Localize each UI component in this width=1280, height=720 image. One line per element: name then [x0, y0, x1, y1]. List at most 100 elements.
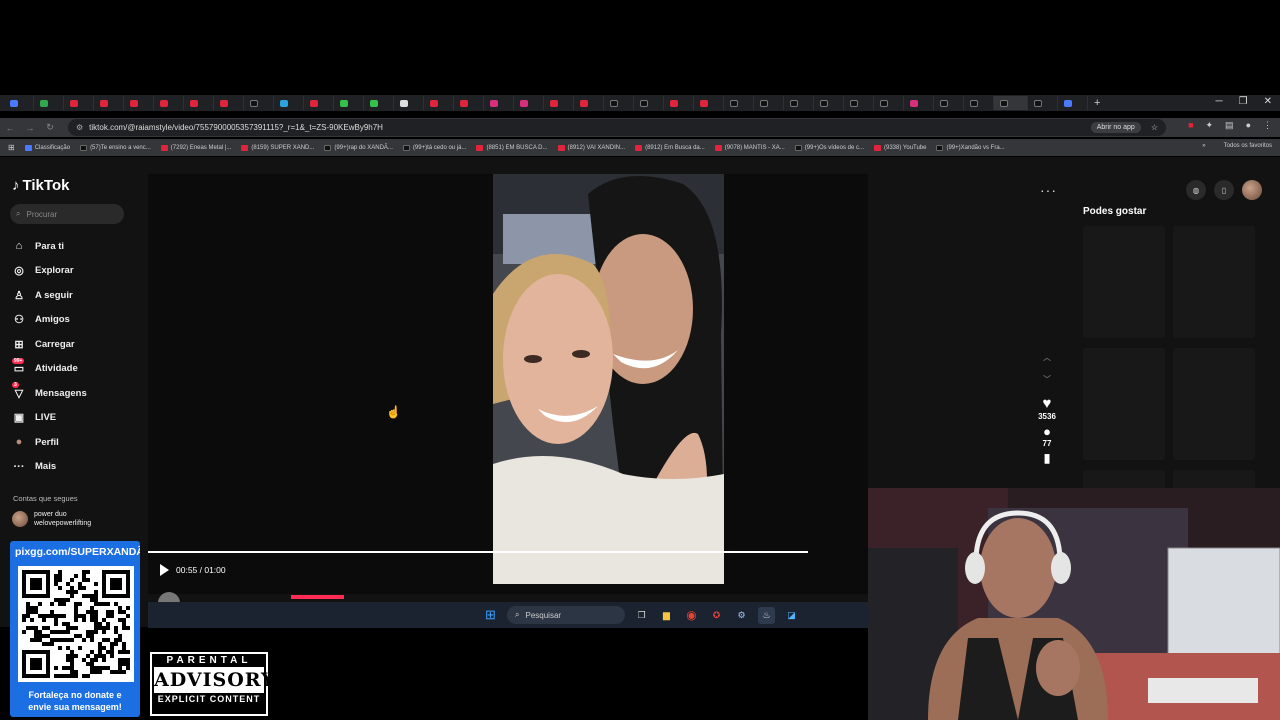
- open-app-button[interactable]: Abrir no app: [1090, 122, 1141, 133]
- following-item[interactable]: power duo welovepowerlifting: [12, 510, 91, 528]
- all-bookmarks-folder[interactable]: Todos os favoritos: [1224, 143, 1272, 149]
- play-icon[interactable]: [160, 564, 169, 576]
- browser-tab[interactable]: [724, 96, 754, 110]
- suggested-thumbnail[interactable]: [1173, 226, 1255, 338]
- browser-tab[interactable]: [424, 96, 454, 110]
- nav-item-a-seguir[interactable]: ♙ A seguir: [12, 283, 132, 308]
- browser-tab[interactable]: [904, 96, 934, 110]
- extension-icon[interactable]: ■: [1188, 120, 1193, 131]
- bookmark-button[interactable]: ▮: [1030, 451, 1064, 465]
- nav-item-amigos[interactable]: ⚇ Amigos: [12, 308, 132, 333]
- device-icon[interactable]: ▯: [1214, 180, 1234, 200]
- maximize-icon[interactable]: ❐: [1239, 96, 1248, 107]
- bookmark-item[interactable]: (99+)Os vídeos de c...: [794, 144, 864, 151]
- browser-tab[interactable]: [874, 96, 904, 110]
- browser-menu-icon[interactable]: ⋮: [1263, 120, 1272, 131]
- browser-tab[interactable]: [94, 96, 124, 110]
- browser-tab[interactable]: [454, 96, 484, 110]
- bookmark-item[interactable]: (8912) VAI XANDIN...: [557, 144, 625, 151]
- steam-icon[interactable]: ♨: [758, 606, 775, 624]
- nav-item-mais[interactable]: ··· Mais: [12, 455, 132, 480]
- browser-tab[interactable]: [64, 96, 94, 110]
- chevron-down-icon[interactable]: ﹀: [1030, 369, 1064, 391]
- browser-tab[interactable]: [484, 96, 514, 110]
- nav-item-perfil[interactable]: ● Perfil: [12, 430, 132, 455]
- reload-icon[interactable]: ↻: [40, 122, 60, 133]
- taskbar-search-input[interactable]: ⌕ Pesquisar: [507, 606, 625, 624]
- tiktok-logo[interactable]: ♪ TikTok: [12, 177, 69, 194]
- suggested-thumbnail[interactable]: [1083, 226, 1165, 338]
- browser-tab[interactable]: [634, 96, 664, 110]
- browser-tab[interactable]: [964, 96, 994, 110]
- browser-tab[interactable]: [394, 96, 424, 110]
- forward-icon[interactable]: →: [20, 123, 40, 133]
- suggested-thumbnail[interactable]: [1173, 348, 1255, 460]
- browser-tab[interactable]: [754, 96, 784, 110]
- browser-tab[interactable]: [124, 96, 154, 110]
- coin-icon[interactable]: ◍: [1186, 180, 1206, 200]
- browser-tab[interactable]: [1028, 96, 1058, 110]
- windows-start-icon[interactable]: ⊞: [482, 607, 499, 624]
- browser-tab[interactable]: [574, 96, 604, 110]
- browser-tab[interactable]: [184, 96, 214, 110]
- browser-tab[interactable]: [154, 96, 184, 110]
- app-icon[interactable]: ◪: [783, 607, 800, 624]
- settings-icon[interactable]: ⚙: [733, 607, 750, 624]
- bookmark-item[interactable]: (9338) YouTube: [874, 144, 926, 151]
- browser-tab[interactable]: [244, 96, 274, 110]
- browser-tab[interactable]: [844, 96, 874, 110]
- site-info-icon[interactable]: ⚙: [76, 123, 83, 132]
- bookmarks-overflow-icon[interactable]: »: [1202, 143, 1205, 149]
- progress-bar[interactable]: [148, 551, 809, 553]
- browser-tab[interactable]: [4, 96, 34, 110]
- browser-tab[interactable]: [814, 96, 844, 110]
- browser-tab[interactable]: [664, 96, 694, 110]
- browser-tab[interactable]: [604, 96, 634, 110]
- profile-avatar-icon[interactable]: [1242, 180, 1262, 200]
- browser-tab[interactable]: [214, 96, 244, 110]
- browser-tab[interactable]: [304, 96, 334, 110]
- minimize-icon[interactable]: ─: [1216, 96, 1223, 107]
- sidebar-icon[interactable]: ▤: [1225, 120, 1234, 131]
- puzzle-icon[interactable]: ✦: [1206, 120, 1214, 131]
- nav-item-live[interactable]: ▣ LIVE: [12, 406, 132, 431]
- video-frame[interactable]: [493, 174, 724, 584]
- browser-tab[interactable]: [544, 96, 574, 110]
- browser-tab[interactable]: [784, 96, 814, 110]
- file-explorer-icon[interactable]: ▆: [658, 607, 675, 624]
- url-input[interactable]: ⚙ tiktok.com/@raiamstyle/video/755790000…: [68, 119, 1166, 136]
- task-view-icon[interactable]: ❐: [633, 607, 650, 624]
- nav-item-carregar[interactable]: ⊞ Carregar: [12, 332, 132, 357]
- nav-item-explorar[interactable]: ◎ Explorar: [12, 259, 132, 284]
- like-button[interactable]: ♥ 3536: [1030, 395, 1064, 421]
- suggested-thumbnail[interactable]: [1083, 348, 1165, 460]
- follow-button[interactable]: [291, 595, 344, 599]
- browser-tab[interactable]: [34, 96, 64, 110]
- nav-item-mensagens[interactable]: ▽ 3 Mensagens: [12, 381, 132, 406]
- nav-item-atividade[interactable]: ▭ 99+ Atividade: [12, 357, 132, 382]
- browser-profile-icon[interactable]: ●: [1246, 120, 1251, 131]
- browser-tab[interactable]: [994, 96, 1028, 110]
- browser-tab[interactable]: [694, 96, 724, 110]
- bookmark-item[interactable]: (8851) EM BUSCA D...: [476, 144, 548, 151]
- bookmark-star-icon[interactable]: ☆: [1151, 123, 1158, 132]
- bookmark-item[interactable]: (8159) SUPER XAND...: [241, 144, 314, 151]
- bookmark-item[interactable]: (7292) Eneas Metal |...: [160, 144, 231, 151]
- browser-tab[interactable]: [334, 96, 364, 110]
- video-player[interactable]: 00:55 / 01:00 raiamstyle: [148, 174, 868, 614]
- browser-tab[interactable]: [274, 96, 304, 110]
- bookmark-item[interactable]: (8912) Em Busca da...: [635, 144, 705, 151]
- close-icon[interactable]: ✕: [1264, 96, 1272, 107]
- bookmark-item[interactable]: (99+)Xandão vs Fra...: [936, 144, 1005, 151]
- bookmark-item[interactable]: (99+)tá cedo ou já...: [402, 144, 466, 151]
- back-icon[interactable]: ←: [0, 123, 20, 133]
- bookmark-item[interactable]: (57)Te ensino a venc...: [80, 144, 151, 151]
- chevron-up-icon[interactable]: ︿: [1030, 347, 1064, 369]
- browser-tab[interactable]: [1058, 96, 1088, 110]
- more-options-icon[interactable]: ···: [1040, 182, 1057, 198]
- chrome-icon[interactable]: ◉: [683, 607, 700, 624]
- browser-tab[interactable]: [934, 96, 964, 110]
- apps-grid-icon[interactable]: ⊞: [8, 143, 15, 152]
- browser-tab[interactable]: [514, 96, 544, 110]
- bookmark-item[interactable]: (99+)rap do XANDÃ...: [324, 144, 393, 151]
